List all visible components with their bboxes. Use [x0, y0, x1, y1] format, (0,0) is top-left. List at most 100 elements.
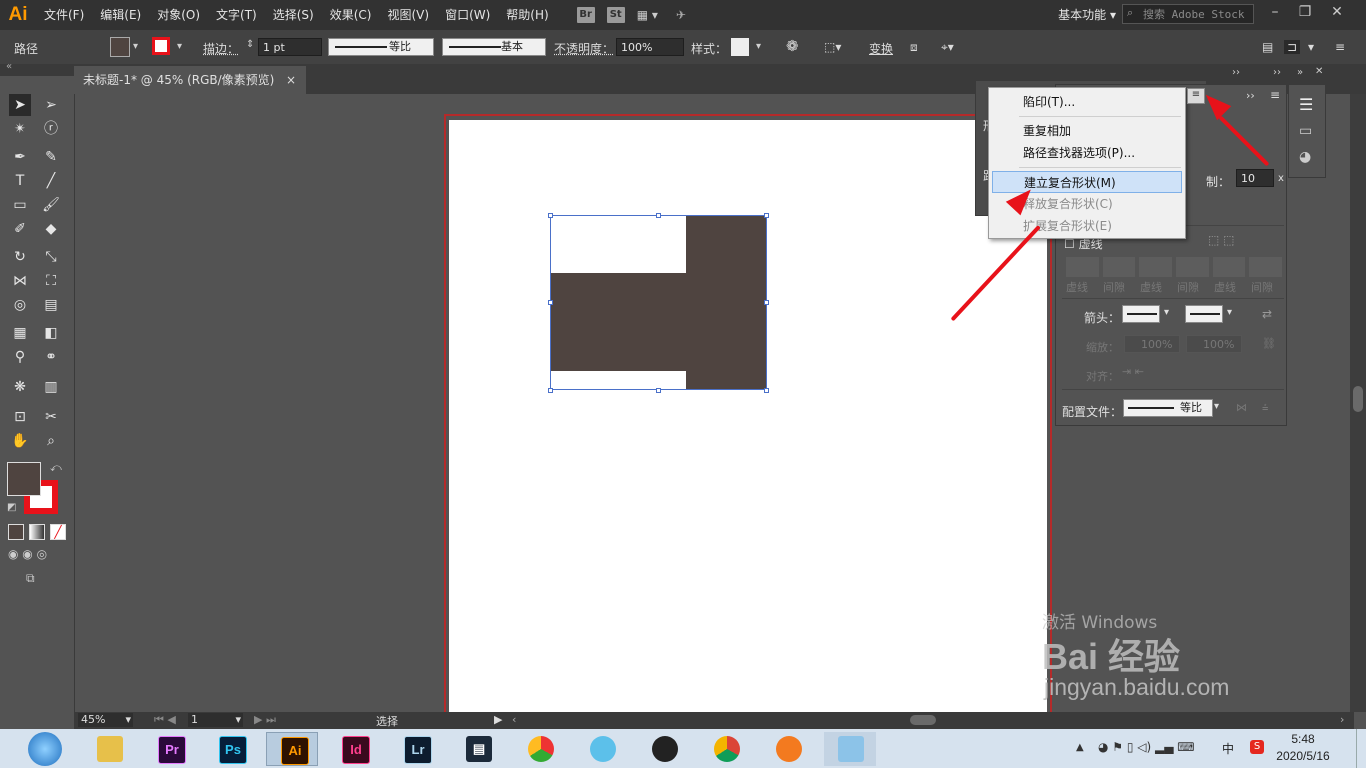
- resize-handle[interactable]: [764, 213, 769, 218]
- menu-select[interactable]: 选择(S): [265, 0, 322, 30]
- start-button[interactable]: [28, 732, 62, 766]
- variable-width-profile[interactable]: 等比: [328, 38, 434, 56]
- lasso-icon[interactable]: ⓡ: [40, 118, 62, 140]
- taskbar-qq[interactable]: [638, 732, 690, 766]
- curvature-tool-icon[interactable]: ✎: [40, 146, 62, 168]
- stepper-icon[interactable]: ⇕: [246, 39, 254, 50]
- panel-menu-icon[interactable]: ≡: [1270, 88, 1280, 102]
- chevron-down-icon[interactable]: ▾: [1308, 40, 1314, 54]
- artboard[interactable]: [449, 120, 1047, 720]
- draw-mode-icon[interactable]: ◉ ◉ ◎: [8, 547, 47, 561]
- stroke-swatch[interactable]: [152, 37, 170, 55]
- end-arrowhead-select[interactable]: [1185, 305, 1223, 323]
- gradient-panel-icon[interactable]: ▭: [1299, 123, 1312, 139]
- shape-builder-icon[interactable]: ◎: [9, 294, 31, 316]
- puppet-warp-icon[interactable]: ⌖▾: [941, 40, 954, 55]
- tools-panel-header[interactable]: «: [0, 61, 74, 76]
- taskbar-photoshop[interactable]: Ps: [205, 732, 257, 766]
- expand-icon[interactable]: ››: [1246, 89, 1255, 102]
- taskbar-premiere[interactable]: Pr: [144, 732, 196, 766]
- artboard-tool-icon[interactable]: ⊡: [9, 406, 31, 428]
- mesh-tool-icon[interactable]: ▦: [9, 322, 31, 344]
- chevron-down-icon[interactable]: ▾: [1227, 307, 1232, 318]
- menu-window[interactable]: 窗口(W): [437, 0, 498, 30]
- width-profile-select[interactable]: 等比: [1123, 399, 1213, 417]
- minimize-button[interactable]: –: [1260, 0, 1290, 26]
- pen-tool-icon[interactable]: ✒: [9, 146, 31, 168]
- resize-handle[interactable]: [656, 388, 661, 393]
- menu-type[interactable]: 文字(T): [208, 0, 265, 30]
- status-menu-icon[interactable]: ▶: [494, 713, 502, 726]
- horizontal-scroll-thumb[interactable]: [910, 715, 936, 725]
- taskbar-chrome[interactable]: [700, 732, 752, 766]
- menu-edit[interactable]: 编辑(E): [92, 0, 149, 30]
- vertical-scrollbar[interactable]: [1350, 94, 1366, 712]
- collapse-icon[interactable]: ››: [1273, 67, 1281, 78]
- taskbar-app-chat[interactable]: [576, 732, 628, 766]
- show-hidden-icons[interactable]: ▲: [1076, 742, 1084, 753]
- dash-align-icon[interactable]: ⬚ ⬚: [1208, 233, 1235, 247]
- rotate-tool-icon[interactable]: ↻: [9, 246, 31, 268]
- opacity-label[interactable]: 不透明度：: [554, 40, 614, 57]
- align-icon[interactable]: ⬚▾: [824, 40, 841, 54]
- taskbar-browser[interactable]: [762, 732, 814, 766]
- rectangle-tool-icon[interactable]: ▭: [9, 194, 31, 216]
- scroll-thumb[interactable]: [1353, 386, 1363, 412]
- first-page-icon[interactable]: ⏮ ◀: [154, 713, 176, 727]
- taskbar-lightroom[interactable]: Lr: [390, 732, 442, 766]
- taskbar-notes[interactable]: [824, 732, 876, 766]
- menu-item-pathfinder-options[interactable]: 路径查找器选项(P)...: [992, 142, 1182, 164]
- bridge-button[interactable]: Br: [576, 7, 595, 23]
- hamburger-icon[interactable]: ≡: [1335, 40, 1345, 54]
- resize-handle[interactable]: [548, 300, 553, 305]
- symbol-sprayer-icon[interactable]: ❋: [9, 376, 31, 398]
- brush-definition[interactable]: 基本: [442, 38, 546, 56]
- menu-item-repeat-add[interactable]: 重复相加: [992, 120, 1182, 142]
- maximize-button[interactable]: ❐: [1290, 0, 1320, 26]
- resize-handle[interactable]: [764, 300, 769, 305]
- resize-handle[interactable]: [764, 388, 769, 393]
- document-tab[interactable]: 未标题-1* @ 45% (RGB/像素预览) ×: [74, 66, 306, 94]
- resize-handle[interactable]: [548, 388, 553, 393]
- stock-search-input[interactable]: 搜索 Adobe Stock: [1122, 4, 1254, 24]
- start-arrowhead-select[interactable]: [1122, 305, 1160, 323]
- chevron-down-icon[interactable]: ▾: [177, 41, 182, 52]
- taskbar-app-umbrella[interactable]: [514, 732, 566, 766]
- swap-arrowheads-icon[interactable]: ⇄: [1262, 307, 1272, 321]
- graphic-style-swatch[interactable]: [731, 38, 749, 56]
- scroll-left-icon[interactable]: ‹: [512, 713, 516, 726]
- paintbrush-tool-icon[interactable]: 🖌: [40, 194, 62, 216]
- menu-object[interactable]: 对象(O): [149, 0, 208, 30]
- blend-tool-icon[interactable]: ⚭: [40, 346, 62, 368]
- close-icon[interactable]: ✕: [1315, 66, 1323, 77]
- fill-color-box[interactable]: [7, 462, 41, 496]
- menu-file[interactable]: 文件(F): [36, 0, 92, 30]
- chevron-down-icon[interactable]: ▾: [133, 41, 138, 52]
- eyedropper-icon[interactable]: ⚲: [9, 346, 31, 368]
- isolate-icon[interactable]: ⧈: [910, 40, 918, 55]
- menu-item-trap[interactable]: 陷印(T)...: [992, 91, 1182, 113]
- recolor-artwork-icon[interactable]: ❁: [786, 37, 799, 55]
- tray-icons[interactable]: ◕ ⚑ ▯ ◁) ▂▄ ⌨: [1098, 740, 1195, 754]
- stepper-icon[interactable]: x: [1278, 173, 1284, 184]
- menu-view[interactable]: 视图(V): [379, 0, 437, 30]
- gpu-performance-icon[interactable]: ✈: [676, 8, 686, 22]
- expand-icon[interactable]: »: [1297, 67, 1303, 78]
- default-colors-icon[interactable]: ◩: [7, 502, 16, 513]
- chevron-down-icon[interactable]: ▾: [1214, 401, 1219, 412]
- menu-help[interactable]: 帮助(H): [498, 0, 556, 30]
- workspace-switcher[interactable]: 基本功能 ▾: [1058, 0, 1116, 30]
- gradient-mode-icon[interactable]: [29, 524, 45, 540]
- taskbar-video-editor[interactable]: ▤: [452, 732, 504, 766]
- menu-effect[interactable]: 效果(C): [322, 0, 380, 30]
- clock-time[interactable]: 5:48: [1268, 732, 1338, 746]
- eraser-tool-icon[interactable]: ◆: [40, 218, 62, 240]
- show-desktop-button[interactable]: [1356, 729, 1366, 768]
- opacity-input[interactable]: 100%: [616, 38, 684, 56]
- artboard-number-input[interactable]: 1 ▾: [188, 713, 243, 727]
- zoom-tool-icon[interactable]: ⌕: [40, 430, 62, 452]
- zoom-select[interactable]: 45% ▾: [78, 713, 133, 727]
- selection-tool-icon[interactable]: ➤: [9, 94, 31, 116]
- perspective-grid-icon[interactable]: ▤: [40, 294, 62, 316]
- fill-swatch[interactable]: [110, 37, 130, 57]
